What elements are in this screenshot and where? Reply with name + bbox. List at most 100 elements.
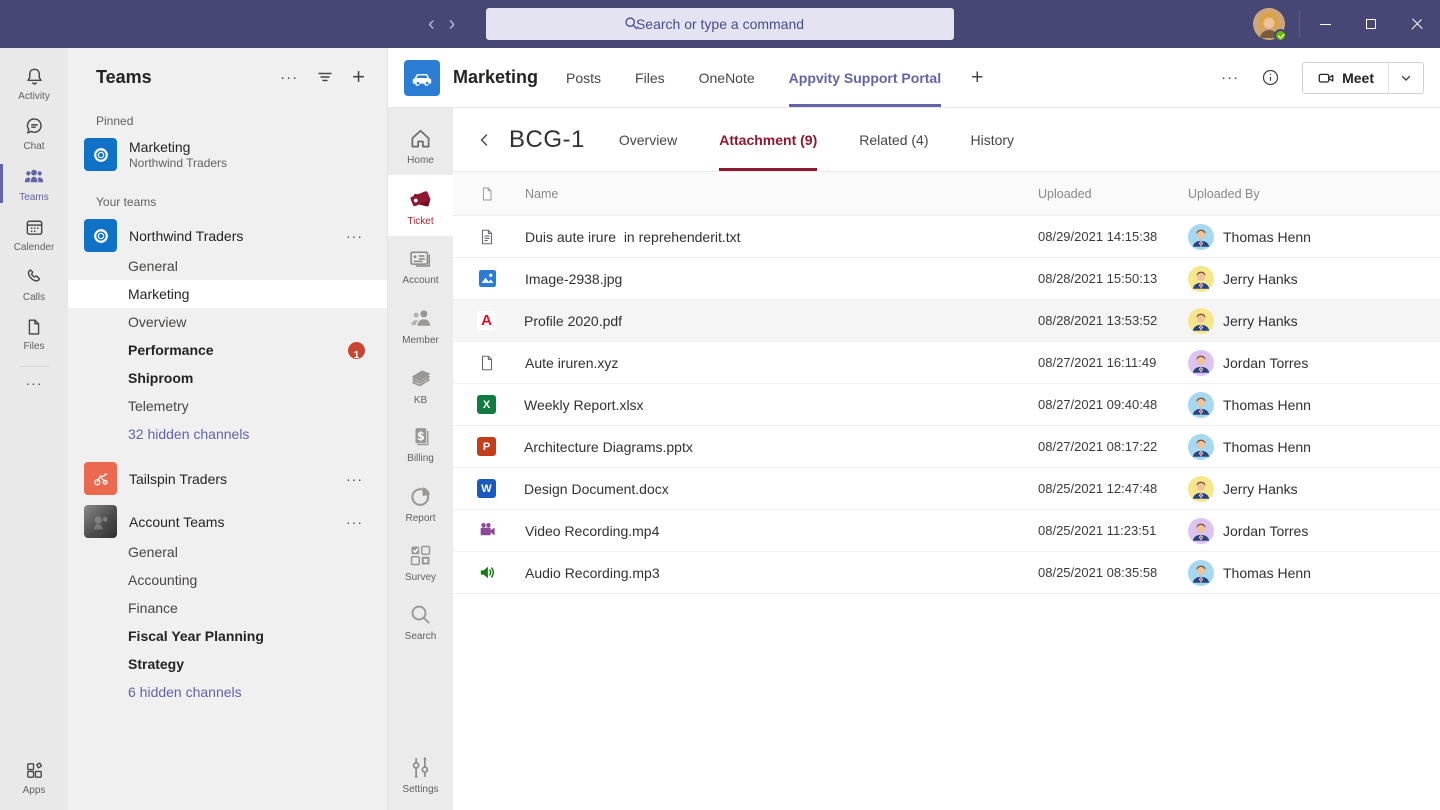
nav-back-icon[interactable]: ‹ — [428, 14, 435, 34]
team-northwind-traders[interactable]: Northwind Traders ··· — [68, 219, 387, 252]
pinned-channel-marketing[interactable]: Marketing Northwind Traders — [68, 138, 387, 171]
portal-item-report[interactable]: Report — [388, 473, 453, 533]
attachment-row[interactable]: Audio Recording.mp3 08/25/2021 08:35:58 … — [453, 552, 1440, 594]
uploader-avatar — [1188, 518, 1214, 544]
channel-shiproom[interactable]: Shiproom — [68, 364, 387, 392]
back-button[interactable] — [469, 125, 499, 155]
sidebar-add-team-button[interactable]: + — [352, 64, 365, 90]
uploader-name: Jerry Hanks — [1223, 271, 1298, 287]
file-icon-jpg — [477, 269, 497, 288]
file-icon-pptx: P — [477, 437, 496, 456]
uploader-avatar — [1188, 560, 1214, 586]
ticket-tab-overview[interactable]: Overview — [619, 108, 677, 171]
attachment-row[interactable]: Image-2938.jpg 08/28/2021 15:50:13 Jerry… — [453, 258, 1440, 300]
uploader-name: Jordan Torres — [1223, 355, 1308, 371]
meet-button[interactable]: Meet — [1303, 63, 1388, 93]
your-teams-header: Your teams — [68, 195, 387, 209]
portal-item-billing[interactable]: $ Billing — [388, 415, 453, 473]
channel-finance[interactable]: Finance — [68, 594, 387, 622]
file-icon-generic — [477, 354, 497, 372]
team-more-button[interactable]: ··· — [346, 471, 363, 487]
pinned-channel-team: Northwind Traders — [129, 156, 227, 170]
video-camera-icon — [1317, 69, 1335, 87]
channel-info-button[interactable] — [1261, 68, 1280, 87]
attachment-row[interactable]: Aute iruren.xyz 08/27/2021 16:11:49 Jord… — [453, 342, 1440, 384]
hidden-channels-link[interactable]: 6 hidden channels — [68, 678, 387, 706]
rail-item-teams[interactable]: Teams — [0, 158, 68, 209]
team-account-teams[interactable]: Account Teams ··· — [68, 505, 387, 538]
channel-general[interactable]: General — [68, 252, 387, 280]
window-minimize-button[interactable] — [1302, 0, 1348, 48]
hidden-channels-link[interactable]: 32 hidden channels — [68, 420, 387, 448]
window-close-button[interactable] — [1394, 0, 1440, 48]
portal-item-ticket[interactable]: Ticket — [388, 175, 453, 236]
channel-header: Marketing Posts Files OneNote Appvity Su… — [388, 48, 1440, 108]
channel-overview[interactable]: Overview — [68, 308, 387, 336]
ticket-tab-related[interactable]: Related (4) — [859, 108, 928, 171]
marketing-app-icon — [404, 60, 440, 96]
tailspin-traders-logo — [84, 462, 117, 495]
sidebar-more-button[interactable]: ··· — [280, 69, 298, 86]
account-teams-logo — [84, 505, 117, 538]
attachment-row[interactable]: X Weekly Report.xlsx 08/27/2021 09:40:48… — [453, 384, 1440, 426]
rail-more-button[interactable]: ··· — [26, 369, 43, 397]
northwind-traders-logo — [84, 219, 117, 252]
channel-more-button[interactable]: ··· — [1221, 69, 1239, 86]
team-tailspin-traders[interactable]: Tailspin Traders ··· — [68, 462, 387, 495]
attachment-row[interactable]: P Architecture Diagrams.pptx 08/27/2021 … — [453, 426, 1440, 468]
portal-item-kb[interactable]: KB — [388, 355, 453, 415]
portal-item-member[interactable]: Member — [388, 295, 453, 355]
meet-dropdown-button[interactable] — [1389, 63, 1423, 93]
column-header-name[interactable]: Name — [525, 187, 1038, 201]
rail-item-calendar[interactable]: Calender — [0, 209, 68, 259]
tab-files[interactable]: Files — [635, 48, 665, 107]
portal-item-home[interactable]: Home — [388, 116, 453, 175]
user-avatar[interactable] — [1253, 8, 1285, 40]
add-tab-button[interactable]: + — [971, 66, 983, 90]
titlebar-divider — [1299, 11, 1300, 37]
portal-item-account[interactable]: Account — [388, 236, 453, 295]
rail-item-activity[interactable]: Activity — [0, 58, 68, 108]
uploader-name: Thomas Henn — [1223, 565, 1311, 581]
ticket-tab-attachment[interactable]: Attachment (9) — [719, 108, 817, 171]
uploader-avatar — [1188, 308, 1214, 334]
channel-strategy[interactable]: Strategy — [68, 650, 387, 678]
search-input[interactable] — [486, 8, 954, 40]
team-more-button[interactable]: ··· — [346, 228, 363, 244]
nav-forward-icon[interactable]: › — [449, 14, 456, 34]
team-more-button[interactable]: ··· — [346, 514, 363, 530]
column-header-uploaded-by[interactable]: Uploaded By — [1188, 187, 1440, 201]
attachment-row-highlighted[interactable]: A Profile 2020.pdf 08/28/2021 13:53:52 J… — [453, 300, 1440, 342]
tab-posts[interactable]: Posts — [566, 48, 601, 107]
column-header-uploaded[interactable]: Uploaded — [1038, 187, 1188, 201]
ticket-header: BCG-1 Overview Attachment (9) Related (4… — [453, 108, 1440, 172]
rail-item-chat[interactable]: Chat — [0, 108, 68, 158]
channel-telemetry[interactable]: Telemetry — [68, 392, 387, 420]
channel-fiscal-year-planning[interactable]: Fiscal Year Planning — [68, 622, 387, 650]
account-card-icon — [408, 246, 433, 271]
file-icon — [23, 316, 45, 338]
sidebar-filter-button[interactable] — [316, 68, 334, 86]
portal-item-survey[interactable]: Survey — [388, 533, 453, 592]
rail-item-apps[interactable]: Apps — [0, 752, 68, 802]
rail-item-files[interactable]: Files — [0, 309, 68, 358]
portal-item-search[interactable]: Search — [388, 592, 453, 651]
uploader-avatar — [1188, 266, 1214, 292]
search-icon — [408, 602, 433, 627]
portal-item-settings[interactable]: Settings — [388, 745, 453, 804]
window-maximize-button[interactable] — [1348, 0, 1394, 48]
rail-item-calls[interactable]: Calls — [0, 259, 68, 309]
channel-performance[interactable]: Performance 1 — [68, 336, 387, 364]
ticket-tab-history[interactable]: History — [971, 108, 1015, 171]
calendar-icon — [23, 216, 46, 239]
uploader-avatar — [1188, 476, 1214, 502]
uploader-avatar — [1188, 350, 1214, 376]
channel-general[interactable]: General — [68, 538, 387, 566]
tab-onenote[interactable]: OneNote — [699, 48, 755, 107]
attachment-row[interactable]: Duis aute irure in reprehenderit.txt 08/… — [453, 216, 1440, 258]
tab-appvity-support-portal[interactable]: Appvity Support Portal — [789, 48, 941, 107]
attachment-row[interactable]: Video Recording.mp4 08/25/2021 11:23:51 … — [453, 510, 1440, 552]
channel-accounting[interactable]: Accounting — [68, 566, 387, 594]
attachment-row[interactable]: W Design Document.docx 08/25/2021 12:47:… — [453, 468, 1440, 510]
channel-marketing-selected[interactable]: Marketing — [68, 280, 387, 308]
